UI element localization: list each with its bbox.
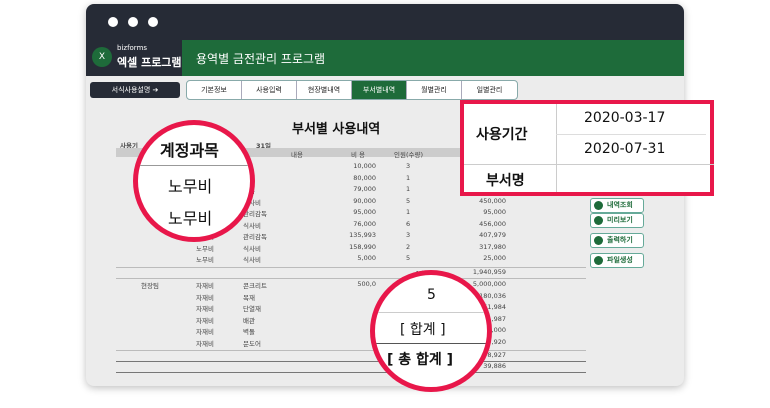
period-callout: 사용기간 2020-03-17 2020-07-31 부서명 bbox=[460, 100, 714, 196]
tabs: 기본정보 사용입력 현장별내역 부서별내역 월별관리 일별관리 bbox=[186, 80, 518, 100]
content-cell: 문도어 bbox=[243, 339, 261, 348]
count-cell: 2 bbox=[406, 242, 411, 251]
window-dot[interactable] bbox=[128, 17, 138, 27]
header-content: 내용 bbox=[291, 151, 303, 159]
cost-cell: 95,000 bbox=[353, 208, 376, 216]
account-cell: 자재비 bbox=[196, 339, 214, 348]
cost-cell: 79,000 bbox=[353, 185, 376, 193]
end-date[interactable]: 2020-07-31 bbox=[584, 141, 665, 157]
content-cell: 식사비 bbox=[243, 221, 261, 230]
app-title: 용역별 금전관리 프로그램 bbox=[196, 52, 326, 66]
search-icon bbox=[594, 201, 603, 210]
tab-basic-info[interactable]: 기본정보 bbox=[187, 81, 242, 99]
count-cell: 1 bbox=[406, 185, 411, 193]
preview-button[interactable]: 미리보기 bbox=[590, 213, 644, 228]
content-cell: 관리감독 bbox=[243, 233, 267, 241]
content-cell: 단열재 bbox=[243, 305, 261, 313]
app-header: X bizforms 엑셀 프로그램 용역별 금전관리 프로그램 bbox=[86, 40, 684, 76]
cost-cell: 76,000 bbox=[353, 219, 376, 228]
account-cell: 노무비 bbox=[196, 244, 214, 253]
cost-cell: 5,000 bbox=[357, 254, 376, 262]
divider bbox=[116, 361, 586, 362]
content-cell: 식사비 bbox=[243, 256, 261, 264]
count-cell: 3 bbox=[406, 162, 411, 170]
cost-cell: 135,993 bbox=[349, 231, 376, 239]
account-callout: 계정과목 노무비 노무비 bbox=[133, 120, 255, 242]
amount-cell: 95,000 bbox=[483, 208, 506, 216]
folder-icon bbox=[594, 256, 603, 265]
cost-cell: 10,000 bbox=[353, 162, 376, 170]
tab-monthly[interactable]: 월별관리 bbox=[407, 81, 462, 99]
window-dot[interactable] bbox=[108, 17, 118, 27]
title-bar bbox=[86, 4, 684, 40]
divider bbox=[116, 278, 586, 279]
tab-department[interactable]: 부서별내역 bbox=[352, 81, 407, 99]
excel-icon: X bbox=[92, 47, 112, 67]
content-cell: 목재 bbox=[243, 293, 255, 302]
count-cell: 5 bbox=[406, 196, 411, 205]
content-cell: 식사비 bbox=[243, 244, 261, 253]
divider bbox=[116, 350, 586, 351]
cost-cell: 158,990 bbox=[349, 242, 376, 251]
header-cost: 비 용 bbox=[351, 151, 366, 159]
dept-label: 부서명 bbox=[486, 173, 525, 189]
account-cell: 노무비 bbox=[196, 256, 214, 264]
subtotal-value: 1,940,959 bbox=[472, 268, 506, 276]
nav-bar: 서식사용설명 ➔ 기본정보 사용입력 현장별내역 부서별내역 월별관리 일별관리 bbox=[86, 80, 684, 100]
tab-site[interactable]: 현장별내역 bbox=[297, 81, 352, 99]
cost-cell: 90,000 bbox=[353, 196, 376, 205]
account-cell: 자재비 bbox=[196, 328, 214, 336]
amount-cell: 317,980 bbox=[479, 242, 506, 251]
count-cell: 6 bbox=[406, 219, 411, 228]
view-button[interactable]: 내역조회 bbox=[590, 198, 644, 213]
start-date[interactable]: 2020-03-17 bbox=[584, 110, 665, 126]
total-callout: 5 [ 합계 ] [ 총 합계 ] bbox=[370, 270, 492, 392]
cost-cell: 80,000 bbox=[353, 173, 376, 182]
logo: X bizforms 엑셀 프로그램 bbox=[86, 40, 182, 76]
divider bbox=[116, 372, 586, 373]
header-count: 인원(수량) bbox=[394, 151, 423, 159]
brand: 엑셀 프로그램 bbox=[117, 56, 182, 69]
period-label: 사용기간 bbox=[476, 127, 528, 143]
amount-cell: 25,000 bbox=[483, 254, 506, 262]
amount-cell: 450,000 bbox=[479, 196, 506, 205]
amount-cell: 456,000 bbox=[479, 219, 506, 228]
amount-cell: 407,979 bbox=[479, 231, 506, 239]
count-cell: 3 bbox=[406, 231, 411, 239]
guide-button[interactable]: 서식사용설명 ➔ bbox=[90, 82, 180, 98]
tab-usage-input[interactable]: 사용입력 bbox=[242, 81, 297, 99]
printer-icon bbox=[594, 236, 603, 245]
content-cell: 벽돌 bbox=[243, 328, 255, 336]
content-cell: 배관 bbox=[243, 316, 255, 325]
account-cell: 자재비 bbox=[196, 305, 214, 313]
count-cell: 1 bbox=[406, 173, 411, 182]
tab-daily[interactable]: 일별관리 bbox=[462, 81, 517, 99]
cost-cell: 500,0 bbox=[357, 280, 376, 288]
brand-small: bizforms bbox=[117, 44, 148, 52]
count-cell: 5 bbox=[406, 254, 411, 262]
account-cell: 자재비 bbox=[196, 316, 214, 325]
print-button[interactable]: 출력하기 bbox=[590, 233, 644, 248]
count-cell: 1 bbox=[406, 208, 411, 216]
divider bbox=[116, 267, 586, 268]
account-cell: 자재비 bbox=[196, 293, 214, 302]
monitor-icon bbox=[594, 216, 603, 225]
dept-cell: 현장팀 bbox=[141, 282, 159, 290]
export-button[interactable]: 파일생성 bbox=[590, 253, 644, 268]
window-dot[interactable] bbox=[148, 17, 158, 27]
report-title: 부서별 사용내역 bbox=[292, 122, 381, 137]
content-cell: 콘크리트 bbox=[243, 282, 267, 290]
account-cell: 자재비 bbox=[196, 282, 214, 290]
